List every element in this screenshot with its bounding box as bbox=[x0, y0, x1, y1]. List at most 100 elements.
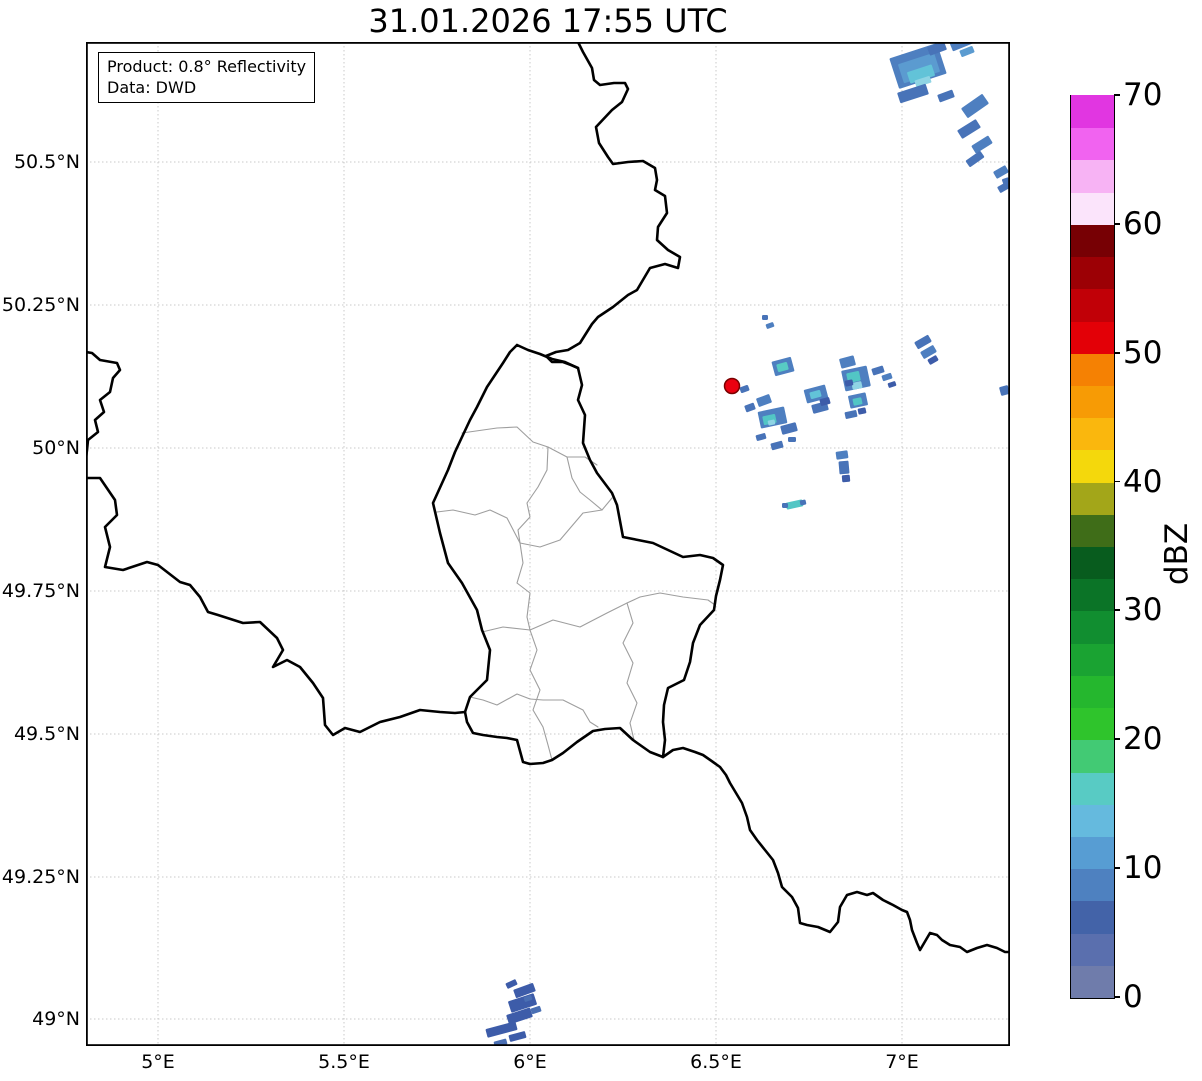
radar-echo bbox=[937, 89, 955, 103]
colorbar-tick-mark bbox=[1114, 738, 1120, 741]
colorbar-segment bbox=[1071, 643, 1114, 676]
map-panel: Product: 0.8° Reflectivity Data: DWD bbox=[86, 42, 1010, 1046]
colorbar-tick-mark bbox=[1114, 480, 1120, 483]
radar-echo bbox=[841, 474, 851, 483]
x-tick-label: 7°E bbox=[885, 1051, 919, 1073]
radar-site-marker bbox=[723, 377, 741, 395]
admin-boundary bbox=[517, 446, 549, 544]
map-canvas bbox=[86, 42, 1010, 1046]
colorbar-segment bbox=[1071, 804, 1114, 837]
colorbar-segment bbox=[1071, 127, 1114, 161]
radar-echo bbox=[505, 979, 518, 989]
y-tick-label: 50°N bbox=[32, 437, 80, 459]
x-tick-label: 6°E bbox=[513, 1051, 547, 1073]
y-tick-label: 49°N bbox=[32, 1008, 80, 1030]
radar-echo bbox=[530, 1005, 542, 1015]
radar-echo bbox=[957, 119, 981, 139]
figure-title: 31.01.2026 17:55 UTC bbox=[368, 2, 728, 40]
radar-echo bbox=[762, 315, 768, 320]
country-border bbox=[86, 476, 467, 737]
radar-echo bbox=[844, 410, 858, 419]
colorbar-tick-label: 50 bbox=[1123, 334, 1163, 371]
radar-echo bbox=[755, 433, 767, 441]
colorbar-segment bbox=[1071, 159, 1114, 193]
radar-echo bbox=[857, 407, 867, 415]
admin-boundary bbox=[469, 693, 599, 728]
colorbar-segment bbox=[1071, 95, 1114, 129]
colorbar-tick-mark bbox=[1114, 94, 1120, 96]
country-border bbox=[661, 746, 1010, 954]
radar-echo bbox=[782, 503, 788, 508]
colorbar-segment bbox=[1071, 610, 1114, 644]
radar-echo bbox=[871, 365, 885, 376]
y-tick-label: 49.5°N bbox=[13, 723, 80, 745]
radar-echo bbox=[780, 422, 798, 435]
colorbar-segment bbox=[1071, 449, 1114, 483]
country-border bbox=[86, 350, 122, 460]
x-tick-label: 5.5°E bbox=[318, 1051, 370, 1073]
y-tick-label: 49.75°N bbox=[1, 580, 80, 602]
colorbar-segment bbox=[1071, 771, 1114, 805]
colorbar-segment bbox=[1071, 481, 1114, 515]
colorbar-tick-mark bbox=[1114, 351, 1120, 354]
colorbar-segment bbox=[1071, 288, 1114, 322]
colorbar-tick-label: 60 bbox=[1123, 205, 1163, 242]
radar-echo bbox=[839, 355, 856, 369]
colorbar-tick-mark bbox=[1114, 996, 1120, 998]
colorbar-segment bbox=[1071, 224, 1114, 258]
radar-echo bbox=[993, 165, 1009, 179]
annotation-product: Product: 0.8° Reflectivity bbox=[107, 57, 307, 76]
radar-echo bbox=[788, 437, 796, 442]
colorbar-segment bbox=[1071, 256, 1114, 290]
colorbar-tick-label: 20 bbox=[1123, 721, 1163, 758]
colorbar-segment bbox=[1071, 546, 1114, 580]
colorbar-segment bbox=[1071, 965, 1114, 998]
colorbar-segment bbox=[1071, 900, 1114, 934]
colorbar-segment bbox=[1071, 932, 1114, 966]
radar-echo bbox=[756, 394, 772, 407]
radar-echo bbox=[508, 1031, 527, 1042]
colorbar-segment bbox=[1071, 578, 1114, 612]
colorbar-segment bbox=[1071, 320, 1114, 354]
radar-echo bbox=[770, 440, 784, 451]
radar-figure: 31.01.2026 17:55 UTC Product: 0.8° Refle… bbox=[0, 0, 1202, 1081]
colorbar-segment bbox=[1071, 417, 1114, 451]
colorbar-unit-label: dBZ bbox=[1159, 522, 1195, 586]
colorbar-segment bbox=[1071, 353, 1114, 386]
colorbar-tick-label: 30 bbox=[1123, 592, 1163, 629]
radar-echo bbox=[971, 135, 993, 154]
colorbar-segment bbox=[1071, 675, 1114, 709]
admin-boundary bbox=[516, 542, 531, 631]
colorbar-segment bbox=[1071, 514, 1114, 547]
colorbar-tick-mark bbox=[1114, 609, 1120, 612]
colorbar-tick-label: 0 bbox=[1123, 979, 1143, 1015]
radar-echo bbox=[927, 355, 939, 365]
radar-echo bbox=[881, 372, 893, 382]
radar-echo bbox=[965, 151, 985, 167]
colorbar-tick-label: 10 bbox=[1123, 850, 1163, 887]
y-tick-label: 50.25°N bbox=[1, 294, 80, 316]
admin-boundary bbox=[622, 602, 638, 741]
x-tick-label: 5°E bbox=[141, 1051, 175, 1073]
radar-echo bbox=[961, 94, 989, 118]
admin-boundary bbox=[481, 592, 716, 633]
country-border bbox=[544, 42, 682, 370]
radar-echo bbox=[765, 322, 775, 329]
radar-echo bbox=[887, 381, 897, 388]
colorbar-segment bbox=[1071, 385, 1114, 419]
annotation-box: Product: 0.8° Reflectivity Data: DWD bbox=[98, 52, 316, 103]
colorbar-segment bbox=[1071, 836, 1114, 870]
y-tick-label: 50.5°N bbox=[13, 151, 80, 173]
radar-echo bbox=[739, 384, 750, 394]
colorbar-segment bbox=[1071, 739, 1114, 773]
colorbar-segment bbox=[1071, 707, 1114, 741]
colorbar-tick-mark bbox=[1114, 867, 1120, 869]
admin-boundary bbox=[529, 629, 553, 761]
annotation-source: Data: DWD bbox=[107, 78, 197, 97]
colorbar-tick-label: 40 bbox=[1123, 463, 1163, 500]
radar-echo bbox=[744, 402, 756, 413]
y-tick-label: 49.25°N bbox=[1, 866, 80, 888]
x-tick-label: 6.5°E bbox=[690, 1051, 742, 1073]
colorbar-tick-mark bbox=[1114, 222, 1120, 225]
country-border bbox=[431, 343, 725, 766]
